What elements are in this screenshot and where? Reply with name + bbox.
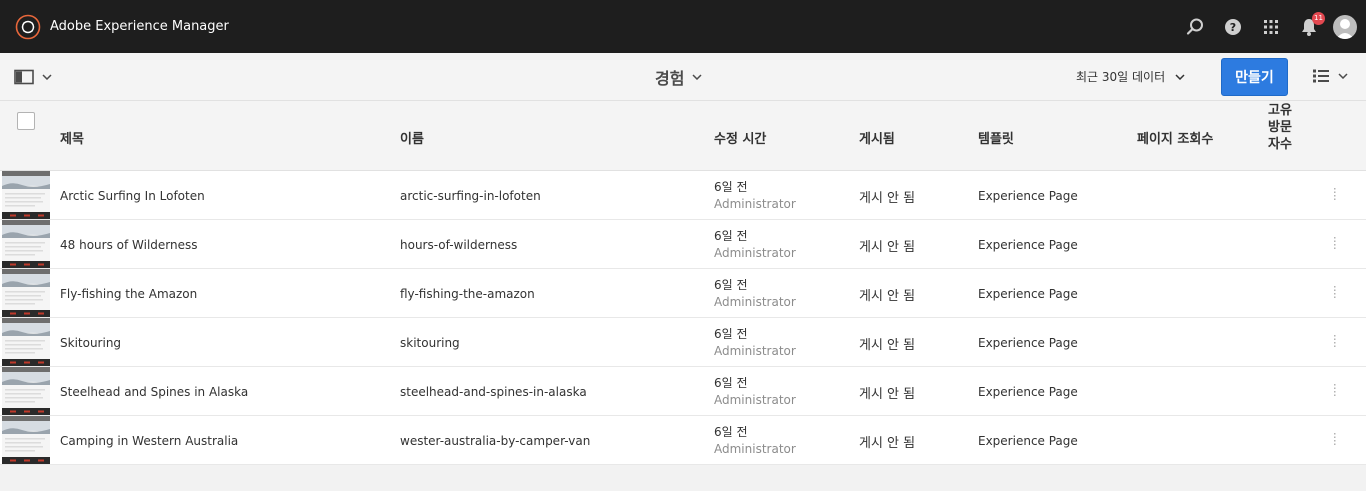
drag-handle-icon[interactable] <box>1330 187 1340 203</box>
row-title[interactable]: Skitouring <box>60 336 121 350</box>
column-header-title[interactable]: 제목 <box>60 128 84 147</box>
table-row[interactable]: Steelhead and Spines in Alaska steelhead… <box>0 367 1366 416</box>
page-thumbnail <box>2 318 50 366</box>
svg-text:?: ? <box>1230 21 1236 34</box>
row-modified-by: Administrator <box>714 197 796 211</box>
column-header-modified[interactable]: 수정 시간 <box>714 128 766 147</box>
row-name: arctic-surfing-in-lofoten <box>400 189 541 203</box>
row-title[interactable]: Steelhead and Spines in Alaska <box>60 385 248 399</box>
row-template: Experience Page <box>978 287 1078 301</box>
row-published-status: 게시 안 됨 <box>859 240 916 255</box>
column-header-pageviews[interactable]: 페이지 조회수 <box>1137 128 1213 147</box>
chevron-down-icon <box>1338 73 1348 79</box>
row-template: Experience Page <box>978 385 1078 399</box>
row-modified: 6일 전 Administrator <box>714 179 796 213</box>
search-icon[interactable] <box>1176 0 1214 53</box>
row-name: wester-australia-by-camper-van <box>400 434 591 448</box>
drag-handle-icon[interactable] <box>1330 432 1340 448</box>
row-modified: 6일 전 Administrator <box>714 277 796 311</box>
row-title[interactable]: Arctic Surfing In Lofoten <box>60 189 205 203</box>
row-modified-by: Administrator <box>714 246 796 260</box>
row-modified: 6일 전 Administrator <box>714 228 796 262</box>
page-title[interactable]: 경험 <box>655 65 702 89</box>
row-modified: 6일 전 Administrator <box>714 424 796 458</box>
row-title[interactable]: Camping in Western Australia <box>60 434 238 448</box>
row-published-status: 게시 안 됨 <box>859 191 916 206</box>
page-thumbnail <box>2 171 50 219</box>
drag-handle-icon[interactable] <box>1330 285 1340 301</box>
page-thumbnail <box>2 220 50 268</box>
page-thumbnail <box>2 416 50 464</box>
row-modified: 6일 전 Administrator <box>714 326 796 360</box>
row-modified-time: 6일 전 <box>714 376 748 390</box>
table-row[interactable]: 48 hours of Wilderness hours-of-wilderne… <box>0 220 1366 269</box>
row-modified-time: 6일 전 <box>714 278 748 292</box>
solutions-grid-icon[interactable] <box>1252 0 1290 53</box>
row-modified-by: Administrator <box>714 344 796 358</box>
row-name: steelhead-and-spines-in-alaska <box>400 385 587 399</box>
table-body: Arctic Surfing In Lofoten arctic-surfing… <box>0 171 1366 465</box>
row-modified-by: Administrator <box>714 393 796 407</box>
adobe-logo-icon[interactable] <box>15 14 41 40</box>
app-title[interactable]: Adobe Experience Manager <box>50 19 229 34</box>
select-all-checkbox[interactable] <box>17 112 35 130</box>
row-template: Experience Page <box>978 336 1078 350</box>
row-published-status: 게시 안 됨 <box>859 387 916 402</box>
drag-handle-icon[interactable] <box>1330 334 1340 350</box>
column-header-name[interactable]: 이름 <box>400 128 424 147</box>
action-bar: 경험 최근 30일 데이터 만들기 <box>0 53 1366 101</box>
row-modified-time: 6일 전 <box>714 229 748 243</box>
row-template: Experience Page <box>978 238 1078 252</box>
column-header-template[interactable]: 템플릿 <box>978 128 1014 147</box>
row-published-status: 게시 안 됨 <box>859 436 916 451</box>
row-title[interactable]: 48 hours of Wilderness <box>60 238 198 252</box>
column-header-published[interactable]: 게시됨 <box>859 128 895 147</box>
view-toggle-button[interactable] <box>1312 68 1348 84</box>
period-dropdown[interactable]: 최근 30일 데이터 <box>1076 68 1185 85</box>
rail-toggle-icon <box>14 69 34 85</box>
row-modified: 6일 전 Administrator <box>714 375 796 409</box>
chevron-down-icon <box>42 74 52 80</box>
list-view-icon <box>1313 69 1329 83</box>
row-name: skitouring <box>400 336 460 350</box>
chevron-down-icon <box>692 74 702 80</box>
create-button[interactable]: 만들기 <box>1221 58 1288 96</box>
column-header-unique-visitors[interactable]: 고유방문자수 <box>1268 102 1296 153</box>
table-header: 제목 이름 수정 시간 게시됨 템플릿 페이지 조회수 고유방문자수 <box>0 101 1366 171</box>
experience-table: 제목 이름 수정 시간 게시됨 템플릿 페이지 조회수 고유방문자수 Arcti… <box>0 101 1366 491</box>
row-name: fly-fishing-the-amazon <box>400 287 535 301</box>
page-thumbnail <box>2 367 50 415</box>
notification-badge: 11 <box>1312 11 1325 25</box>
table-row[interactable]: Camping in Western Australia wester-aust… <box>0 416 1366 465</box>
row-modified-time: 6일 전 <box>714 425 748 439</box>
row-title[interactable]: Fly-fishing the Amazon <box>60 287 197 301</box>
row-name: hours-of-wilderness <box>400 238 518 252</box>
shell-header: Adobe Experience Manager ? 11 <box>0 0 1366 53</box>
table-row[interactable]: Skitouring skitouring 6일 전 Administrator… <box>0 318 1366 367</box>
row-modified-time: 6일 전 <box>714 180 748 194</box>
row-template: Experience Page <box>978 434 1078 448</box>
row-modified-by: Administrator <box>714 442 796 456</box>
period-label: 최근 30일 데이터 <box>1076 70 1166 84</box>
user-avatar <box>1333 14 1357 39</box>
notifications-button[interactable]: 11 <box>1290 0 1328 53</box>
table-row[interactable]: Arctic Surfing In Lofoten arctic-surfing… <box>0 171 1366 220</box>
chevron-down-icon <box>1175 73 1185 80</box>
rail-toggle-button[interactable] <box>14 67 52 87</box>
help-icon[interactable]: ? <box>1214 0 1252 53</box>
user-menu-button[interactable] <box>1328 0 1366 53</box>
row-modified-time: 6일 전 <box>714 327 748 341</box>
drag-handle-icon[interactable] <box>1330 383 1340 399</box>
row-published-status: 게시 안 됨 <box>859 338 916 353</box>
drag-handle-icon[interactable] <box>1330 236 1340 252</box>
table-footer-space <box>0 465 1366 491</box>
row-modified-by: Administrator <box>714 295 796 309</box>
table-row[interactable]: Fly-fishing the Amazon fly-fishing-the-a… <box>0 269 1366 318</box>
row-template: Experience Page <box>978 189 1078 203</box>
row-published-status: 게시 안 됨 <box>859 289 916 304</box>
page-thumbnail <box>2 269 50 317</box>
page-title-label: 경험 <box>655 69 685 88</box>
